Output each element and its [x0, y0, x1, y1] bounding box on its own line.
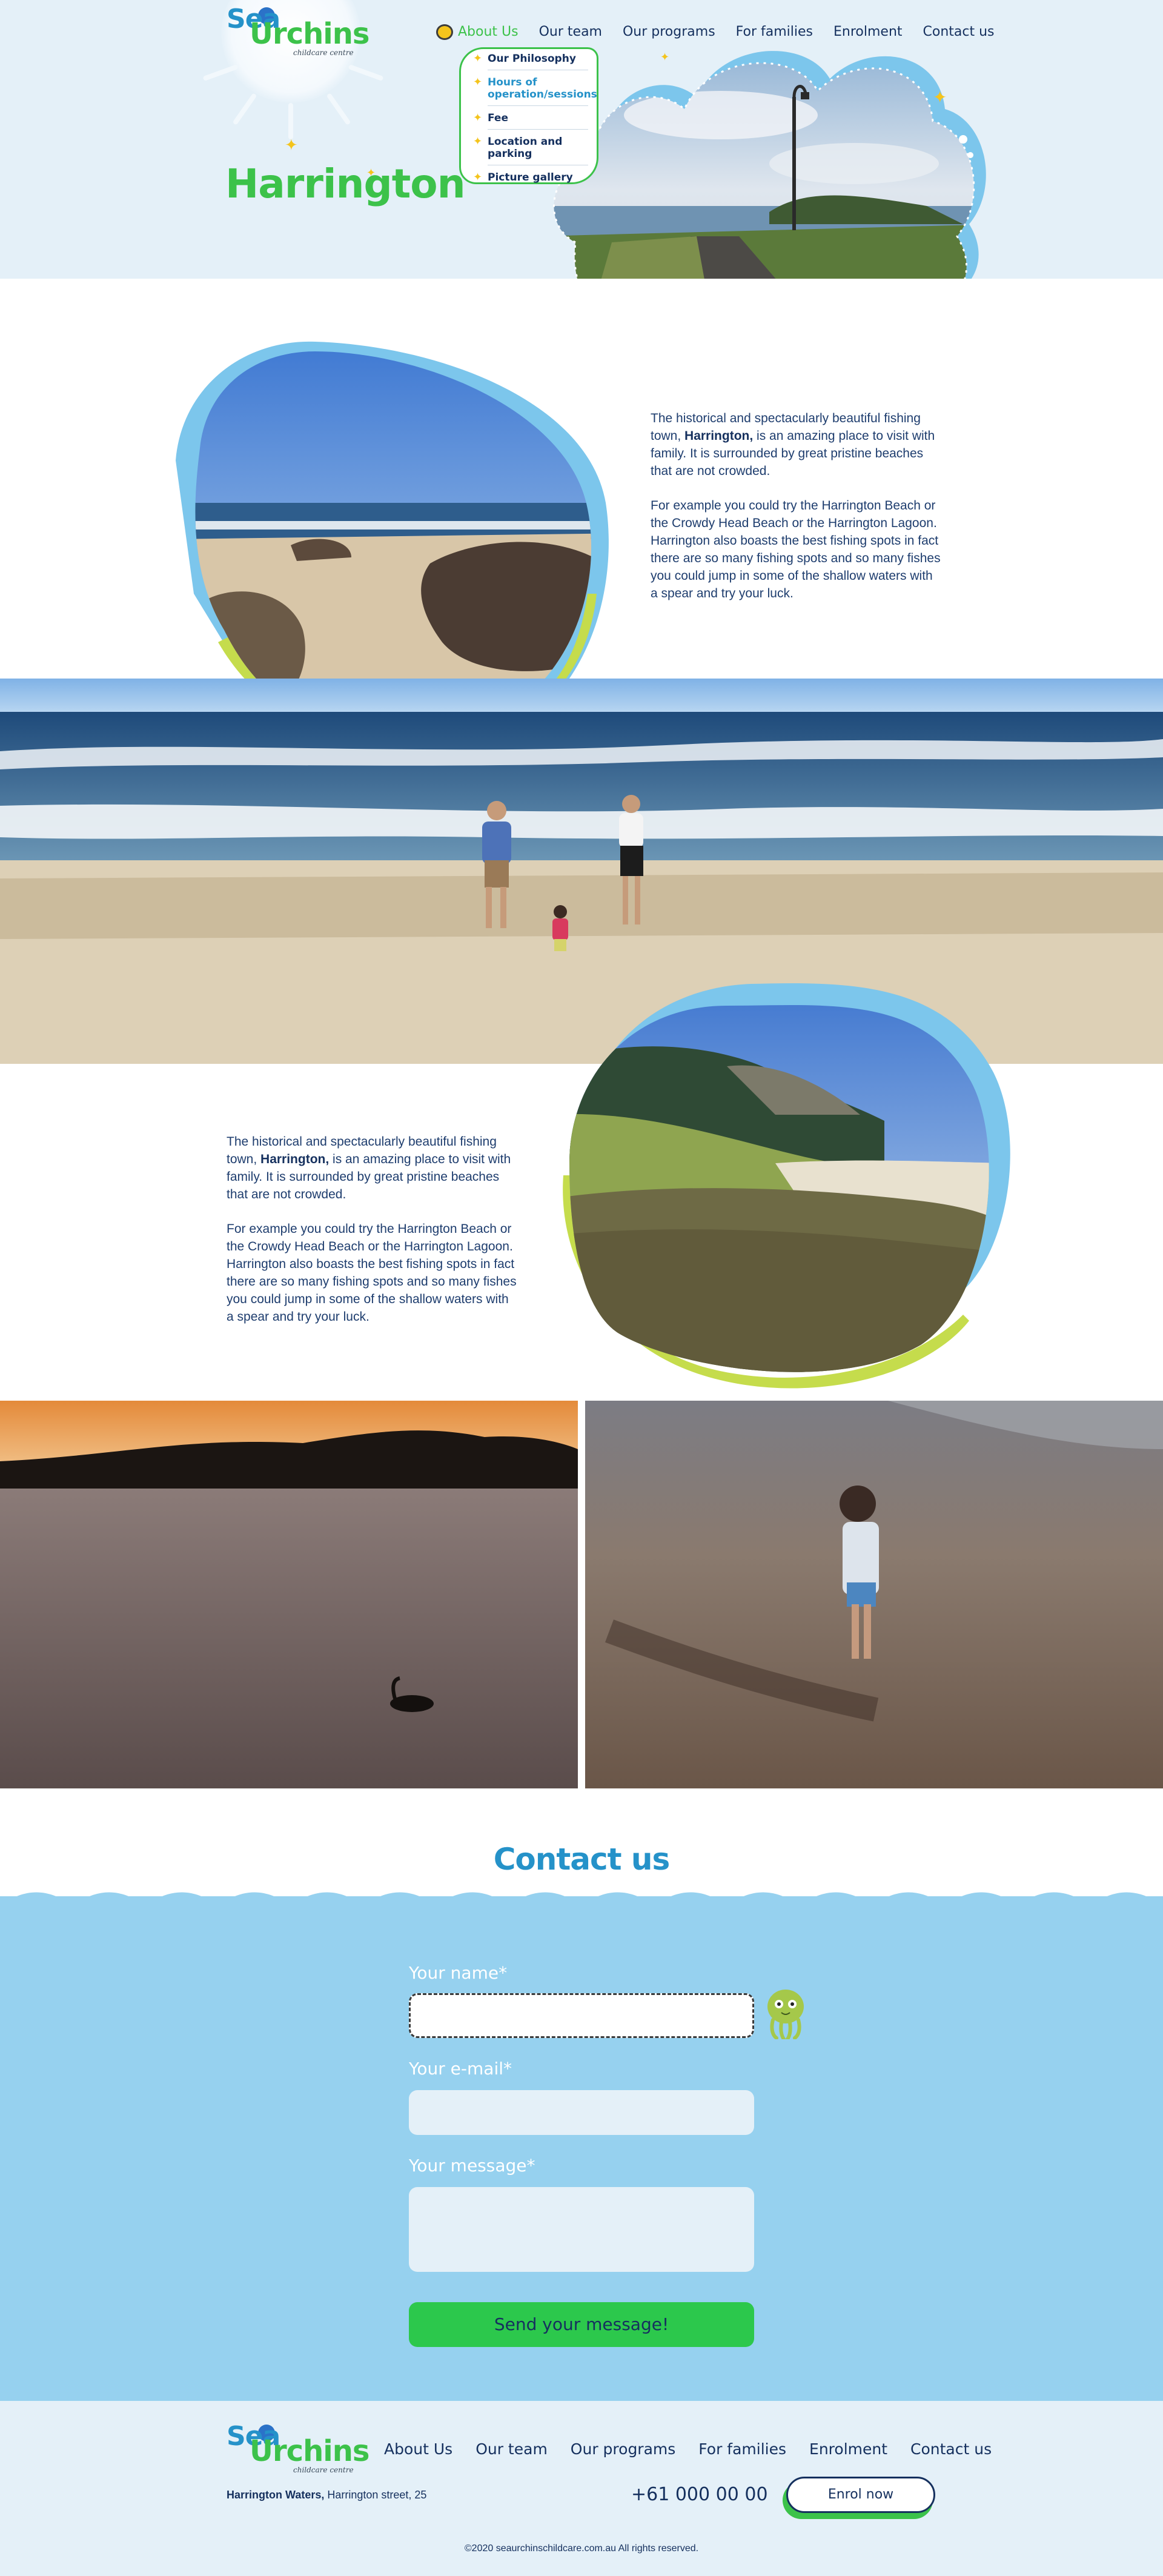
message-field[interactable] — [409, 2187, 754, 2272]
dropdown-divider — [488, 105, 588, 106]
nav-for-families[interactable]: For families — [736, 24, 813, 39]
nav-our-team[interactable]: Our team — [539, 24, 602, 39]
footer-nav-our-team[interactable]: Our team — [475, 2440, 548, 2458]
paragraph: The historical and spectacularly beautif… — [227, 1135, 511, 1201]
footer-nav-enrolment[interactable]: Enrolment — [809, 2440, 887, 2458]
girl-on-beach-photo — [585, 1401, 1163, 1788]
nav-enrolment[interactable]: Enrolment — [833, 24, 903, 39]
svg-text:✦: ✦ — [933, 87, 947, 107]
message-label: Your message* — [409, 2156, 535, 2176]
logo[interactable]: Sea Urchins childcare centre — [227, 4, 369, 64]
footer-phone[interactable]: +61 000 00 00 — [631, 2484, 768, 2505]
sparkle-icon: ✦ — [285, 136, 298, 154]
nav-our-programs[interactable]: Our programs — [623, 24, 715, 39]
logo-subtitle: childcare centre — [293, 48, 354, 57]
nav-about-us[interactable]: About Us — [458, 24, 519, 39]
email-field[interactable] — [409, 2090, 754, 2135]
footer-nav-for-families[interactable]: For families — [698, 2440, 786, 2458]
nav-contact-us[interactable]: Contact us — [923, 24, 995, 39]
dropdown-item-location[interactable]: ✦ Location and parking — [467, 135, 597, 161]
name-label: Your name* — [409, 1963, 508, 1983]
sun-ray — [348, 64, 384, 82]
footer-logo[interactable]: Sea Urchins childcare centre — [227, 2421, 369, 2481]
name-field[interactable] — [409, 1993, 754, 2038]
copyright: ©2020 seaurchinschildcare.com.au All rig… — [464, 2543, 699, 2554]
footer-nav-contact-us[interactable]: Contact us — [910, 2440, 992, 2458]
dropdown-item-fee[interactable]: ✦ Fee — [467, 111, 597, 125]
dropdown-item-gallery[interactable]: ✦ Picture gallery — [467, 171, 597, 184]
send-message-button[interactable]: Send your message! — [409, 2302, 754, 2347]
octopus-mascot-icon — [767, 1990, 804, 2039]
main-nav: About Us Our team Our programs For famil… — [434, 24, 1015, 39]
dropdown-item-hours[interactable]: ✦ Hours of operation/sessions — [467, 76, 597, 101]
sun-ray — [326, 93, 351, 125]
star-icon: ✦ — [473, 52, 483, 65]
paragraph: The historical and spectacularly beautif… — [651, 411, 935, 478]
dropdown-item-our-philosophy[interactable]: ✦ Our Philosophy — [467, 53, 597, 65]
sun-ray — [288, 103, 293, 139]
footer-address: Harrington Waters, Harrington street, 25 — [227, 2489, 427, 2501]
enrol-now-button-wrap: Enrol now — [783, 2477, 935, 2519]
footer-nav-our-programs[interactable]: Our programs — [571, 2440, 676, 2458]
harrington-description-1: The historical and spectacularly beautif… — [651, 410, 941, 619]
star-icon: ✦ — [473, 76, 483, 88]
lagoon-photo — [563, 983, 1010, 1389]
star-icon: ✦ — [473, 111, 483, 124]
page-title: Harrington — [225, 161, 466, 207]
contact-title: Contact us — [493, 1842, 671, 1877]
dropdown-divider — [488, 129, 588, 130]
star-icon: ✦ — [473, 135, 483, 148]
logo-urchins-text: Urchins — [250, 17, 369, 51]
paragraph: For example you could try the Harrington… — [651, 499, 941, 600]
pelican-sunset-photo — [0, 1401, 578, 1788]
logo-urchins-text: Urchins — [250, 2434, 369, 2468]
logo-subtitle: childcare centre — [293, 2466, 354, 2474]
svg-text:✦: ✦ — [660, 51, 669, 64]
about-dropdown-menu: ✦ Our Philosophy ✦ Hours of operation/sess… — [459, 47, 598, 184]
sun-ray — [232, 93, 257, 125]
email-label: Your e-mail* — [409, 2059, 512, 2079]
paragraph: For example you could try the Harrington… — [227, 1222, 517, 1324]
harrington-river-photo: ✦ ✦ — [553, 51, 986, 279]
footer-nav-about-us[interactable]: About Us — [384, 2440, 452, 2458]
star-icon: ✦ — [473, 171, 483, 184]
header: Sea Urchins childcare centre ✦ ✦ Harring… — [0, 0, 1163, 279]
harrington-description-2: The historical and spectacularly beautif… — [227, 1133, 517, 1343]
footer-nav: About Us Our team Our programs For famil… — [384, 2440, 992, 2458]
enrol-now-button[interactable]: Enrol now — [786, 2477, 935, 2513]
